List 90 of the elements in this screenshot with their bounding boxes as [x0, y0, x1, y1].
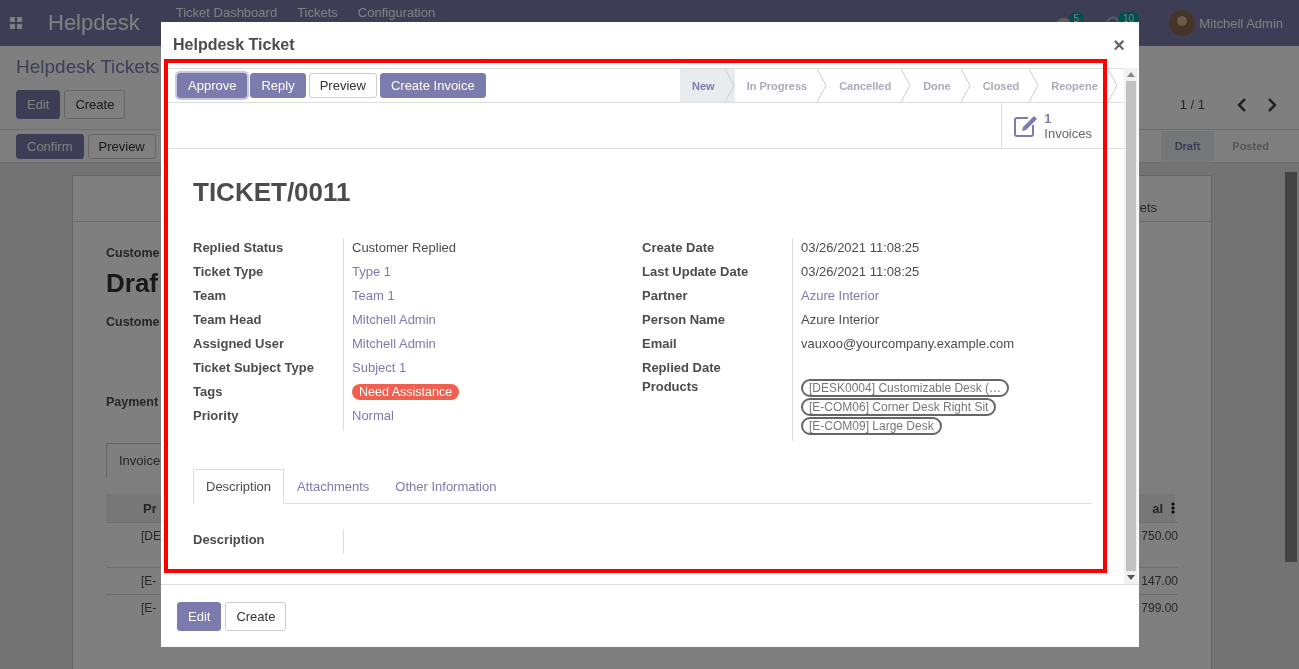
field-label: Tags — [193, 382, 344, 406]
footer-button[interactable]: Create — [225, 601, 287, 631]
action-button[interactable]: Reply — [250, 73, 306, 98]
field-link[interactable]: Normal — [352, 408, 394, 423]
avatar-icon[interactable] — [1169, 10, 1196, 36]
menu-item[interactable]: Tickets — [297, 5, 338, 20]
action-button[interactable]: Preview — [87, 133, 156, 159]
chevron-icon — [901, 69, 912, 102]
field-label: Custome — [106, 315, 160, 329]
scroll-down-icon[interactable] — [1127, 575, 1135, 580]
field-value: 03/26/2021 11:08:25 — [801, 240, 920, 255]
field-link[interactable]: Team 1 — [352, 288, 395, 303]
notebook-tab[interactable]: Attachments — [284, 469, 383, 504]
field-label: Partner — [642, 286, 793, 310]
dialog-title: Helpdesk Ticket — [173, 36, 295, 54]
field-value: Customer Replied — [352, 240, 457, 255]
field-link[interactable]: Subject 1 — [352, 360, 407, 375]
user-name[interactable]: Mitchell Admin — [1199, 15, 1283, 31]
previous-icon[interactable] — [1237, 97, 1247, 112]
field-label: Team Head — [193, 310, 344, 334]
chevron-icon — [1107, 69, 1118, 102]
scrollbar[interactable] — [1285, 172, 1297, 562]
field-link[interactable]: Mitchell Admin — [352, 312, 436, 327]
notebook-tab[interactable]: Description — [193, 469, 285, 504]
field-link[interactable]: Mitchell Admin — [352, 336, 436, 351]
field-label: Priority — [193, 406, 344, 430]
toolbar-button[interactable]: Edit — [16, 90, 61, 119]
table-cell: [DE — [141, 529, 161, 543]
toolbar-button[interactable]: Create — [64, 90, 126, 119]
stage-step[interactable]: New — [680, 69, 735, 102]
state-title: Draf — [106, 268, 158, 299]
chevron-icon — [960, 69, 971, 102]
table-cell: 799.00 — [1141, 601, 1178, 615]
table-cell: [E- — [141, 601, 157, 615]
field-value: Azure Interior — [801, 312, 880, 327]
stage-step[interactable]: Done — [911, 69, 971, 102]
field-link[interactable]: Azure Interior — [801, 288, 880, 303]
stage-step[interactable]: Reopene — [1039, 69, 1118, 102]
chevron-icon — [1029, 69, 1040, 102]
field-link[interactable]: Type 1 — [352, 264, 392, 279]
stage-step[interactable]: Draft — [1160, 131, 1215, 161]
table-cell: 750.00 — [1141, 529, 1178, 543]
field-value: 03/26/2021 11:08:25 — [801, 264, 920, 279]
notebook-tab[interactable]: Other Information — [382, 469, 510, 504]
field-label: Replied Status — [193, 238, 344, 262]
scrollbar[interactable] — [1124, 68, 1138, 584]
pager: 1 / 1 — [1179, 97, 1205, 112]
menu-item[interactable]: Configuration — [357, 5, 436, 20]
field-label: Description — [193, 530, 344, 554]
field-label: Payment — [106, 395, 159, 409]
field-label: Create Date — [642, 238, 793, 262]
field-label: Assigned User — [193, 334, 344, 358]
next-icon[interactable] — [1267, 97, 1277, 112]
stage-step[interactable]: Cancelled — [827, 69, 912, 102]
stage-step[interactable]: Closed — [970, 69, 1040, 102]
tag: Need Assistance — [352, 384, 460, 400]
field-label: Person Name — [642, 310, 793, 334]
ticket-name: TICKET/0011 — [193, 177, 352, 208]
close-button[interactable]: × — [1111, 33, 1127, 57]
footer-button[interactable]: Edit — [177, 601, 222, 631]
column-header: al — [1152, 500, 1163, 516]
field-label: Ticket Subject Type — [193, 358, 344, 382]
field-label: Last Update Date — [642, 262, 793, 286]
options-icon[interactable] — [1171, 502, 1175, 514]
product-tag: [DESK0004] Customizable Desk (… — [801, 379, 1010, 397]
apps-icon[interactable] — [10, 17, 22, 29]
action-button[interactable]: Approve — [177, 73, 248, 98]
tab-label[interactable]: ets — [1139, 200, 1157, 215]
action-button[interactable]: Create Invoice — [379, 73, 486, 98]
chevron-icon — [724, 69, 735, 102]
table-cell: 147.00 — [1141, 574, 1178, 588]
chevron-icon — [817, 69, 828, 102]
product-tag: [E-COM09] Large Desk — [801, 417, 942, 435]
field-label: Custome — [106, 246, 160, 260]
scroll-up-icon[interactable] — [1127, 72, 1135, 77]
field-label: Team — [193, 286, 344, 310]
app-name: Helpdesk — [48, 10, 140, 36]
field-value: vauxoo@yourcompany.example.com — [801, 336, 1015, 351]
field-label: Email — [642, 334, 793, 358]
table-cell: [E- — [141, 574, 157, 588]
column-header: Pr — [143, 500, 157, 516]
edit-icon — [1014, 114, 1039, 137]
action-button[interactable]: Preview — [308, 73, 377, 98]
product-tag: [E-COM06] Corner Desk Right Sit — [801, 398, 997, 416]
stage-step[interactable]: In Progress — [734, 69, 828, 102]
menu-item[interactable]: Ticket Dashboard — [175, 5, 278, 20]
field-label: Ticket Type — [193, 262, 344, 286]
field-label: Replied Date — [642, 358, 793, 377]
field-label: Products — [642, 377, 793, 441]
action-button[interactable]: Confirm — [16, 133, 84, 159]
